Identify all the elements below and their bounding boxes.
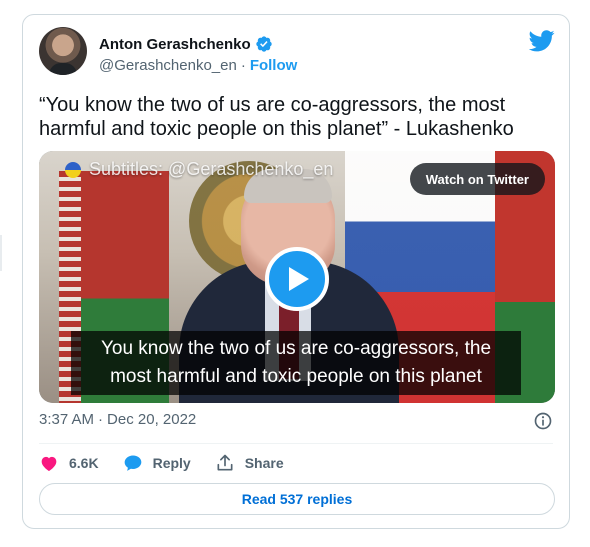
tweet-text: “You know the two of us are co-aggressor…	[39, 94, 514, 140]
reply-label: Reply	[152, 455, 191, 471]
tweet-date[interactable]: Dec 20, 2022	[107, 411, 196, 428]
subtitle-watermark: Subtitles: @Gerashchenko_en	[65, 159, 333, 180]
separator-dot: ·	[240, 57, 246, 74]
divider	[39, 443, 553, 444]
author-handle[interactable]: @Gerashchenko_en	[99, 57, 237, 74]
action-bar: 6.6K Reply Share	[39, 453, 284, 473]
handle-row: @Gerashchenko_en · Follow	[99, 57, 297, 74]
tweet-card[interactable]: Anton Gerashchenko @Gerashchenko_en · Fo…	[22, 14, 570, 529]
subtitle-watermark-text: Subtitles: @Gerashchenko_en	[89, 159, 334, 179]
page-edge	[0, 235, 2, 271]
like-action[interactable]: 6.6K	[39, 453, 99, 473]
video-caption: You know the two of us are co-aggressors…	[71, 331, 521, 395]
timestamp-row[interactable]: 3:37 AM · Dec 20, 2022	[39, 411, 196, 428]
reply-action[interactable]: Reply	[123, 453, 191, 473]
info-icon[interactable]	[533, 411, 553, 431]
follow-link[interactable]: Follow	[250, 57, 298, 74]
avatar[interactable]	[39, 27, 87, 75]
video-media[interactable]: Subtitles: @Gerashchenko_en Watch on Twi…	[39, 151, 555, 403]
ukraine-flag-icon	[65, 161, 81, 178]
twitter-bird-icon[interactable]	[529, 30, 555, 52]
like-count: 6.6K	[69, 455, 99, 471]
heart-icon	[41, 456, 57, 471]
author-name[interactable]: Anton Gerashchenko	[99, 36, 251, 53]
share-label: Share	[244, 455, 284, 471]
watch-on-twitter-button[interactable]: Watch on Twitter	[409, 163, 545, 195]
verified-badge-icon	[256, 36, 272, 52]
play-button[interactable]	[265, 247, 329, 311]
reply-bubble-icon	[124, 455, 141, 471]
read-replies-button[interactable]: Read 537 replies	[39, 483, 555, 515]
tweet-time[interactable]: 3:37 AM	[39, 411, 94, 428]
author-name-row[interactable]: Anton Gerashchenko	[99, 35, 273, 53]
caption-line-2: most harmful and toxic people on this pl…	[110, 366, 482, 387]
share-action[interactable]: Share	[215, 453, 284, 473]
separator-dot: ·	[98, 411, 104, 428]
play-icon	[289, 267, 309, 291]
caption-line-1: You know the two of us are co-aggressors…	[100, 338, 492, 359]
share-icon	[217, 454, 233, 471]
